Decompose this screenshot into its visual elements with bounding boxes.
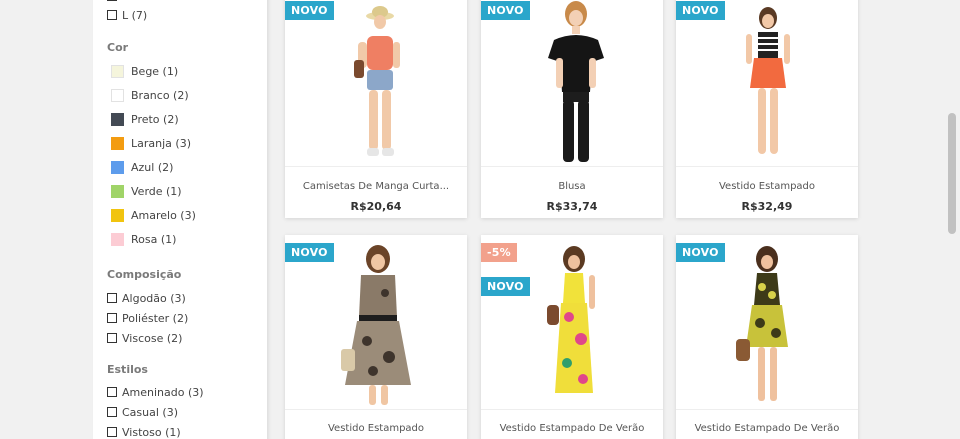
new-badge: NOVO xyxy=(285,1,334,20)
filter-label: Azul (2) xyxy=(131,160,174,174)
color-swatch[interactable] xyxy=(111,232,124,246)
filter-label: Vistoso (1) xyxy=(122,425,181,439)
filter-label: Rosa (1) xyxy=(131,232,177,246)
product-price: R$32,49 xyxy=(741,200,793,213)
checkbox[interactable] xyxy=(107,0,117,1)
product-name[interactable]: Vestido Estampado De Verão xyxy=(481,423,663,434)
filter-size-previous[interactable] xyxy=(107,0,122,4)
checkbox[interactable] xyxy=(107,407,117,417)
filter-label: Preto (2) xyxy=(131,112,179,126)
style-filter-ameninado[interactable]: Ameninado (3) xyxy=(107,384,204,400)
color-filter-preto[interactable]: Preto (2) xyxy=(111,111,179,127)
new-badge: NOVO xyxy=(676,1,725,20)
checkbox[interactable] xyxy=(107,387,117,397)
product-name[interactable]: Vestido Estampado De Verão xyxy=(676,423,858,434)
color-filter-amarelo[interactable]: Amarelo (3) xyxy=(111,207,196,223)
color-swatch[interactable] xyxy=(111,184,124,198)
composition-filter-algodao[interactable]: Algodão (3) xyxy=(107,290,186,306)
product-card[interactable]: NOVO Vestido Estampado R$32,49 xyxy=(676,0,858,218)
style-filter-vistoso[interactable]: Vistoso (1) xyxy=(107,424,181,439)
product-name[interactable]: Vestido Estampado xyxy=(285,423,467,434)
new-badge: NOVO xyxy=(481,277,530,296)
scrollbar-thumb[interactable] xyxy=(948,113,956,234)
filter-label: Casual (3) xyxy=(122,405,178,419)
color-filter-bege[interactable]: Bege (1) xyxy=(111,63,178,79)
color-filter-laranja[interactable]: Laranja (3) xyxy=(111,135,191,151)
model-photo xyxy=(547,246,595,393)
color-swatch[interactable] xyxy=(111,208,124,222)
color-swatch[interactable] xyxy=(111,160,124,174)
color-filter-branco[interactable]: Branco (2) xyxy=(111,87,189,103)
filter-label: Algodão (3) xyxy=(122,291,186,305)
page-scrollbar[interactable] xyxy=(943,0,960,439)
product-price: R$20,64 xyxy=(350,200,402,213)
model-photo xyxy=(548,1,604,162)
new-badge: NOVO xyxy=(676,243,725,262)
color-filter-verde[interactable]: Verde (1) xyxy=(111,183,182,199)
filter-size-l[interactable]: L (7) xyxy=(107,7,147,23)
color-filter-azul[interactable]: Azul (2) xyxy=(111,159,173,175)
filter-label: Laranja (3) xyxy=(131,136,191,150)
checkbox[interactable] xyxy=(107,333,117,343)
composition-filter-viscose[interactable]: Viscose (2) xyxy=(107,330,182,346)
checkbox[interactable] xyxy=(107,427,117,437)
filter-label: Poliéster (2) xyxy=(122,311,189,325)
product-price: R$33,74 xyxy=(546,200,598,213)
model-photo xyxy=(341,245,411,405)
composition-filter-title: Composição xyxy=(107,268,182,281)
checkbox[interactable] xyxy=(107,313,117,323)
filter-label: Verde (1) xyxy=(131,184,182,198)
styles-filter-title: Estilos xyxy=(107,363,148,376)
new-badge: NOVO xyxy=(481,1,530,20)
filter-label: Ameninado (3) xyxy=(122,385,204,399)
filter-sidebar: L (7) Cor Bege (1) Branco (2) Preto (2) … xyxy=(93,0,267,439)
product-name[interactable]: Camisetas De Manga Curta... xyxy=(285,181,467,192)
product-card[interactable]: NOVO Blusa R$33,74 xyxy=(481,0,663,218)
product-card[interactable]: NOVO Vestido Estampado De Verão xyxy=(676,235,858,439)
product-card[interactable]: NOVO Camisetas De Manga Curta... R$20,64 xyxy=(285,0,467,218)
filter-label: Branco (2) xyxy=(131,88,189,102)
color-filter-rosa[interactable]: Rosa (1) xyxy=(111,231,176,247)
color-swatch[interactable] xyxy=(111,136,124,150)
model-photo xyxy=(746,7,790,154)
product-image[interactable] xyxy=(481,0,663,167)
checkbox[interactable] xyxy=(107,293,117,303)
product-card[interactable]: -5% NOVO Vestido Estampado De Verão xyxy=(481,235,663,439)
color-filter-title: Cor xyxy=(107,41,129,54)
filter-label: Amarelo (3) xyxy=(131,208,196,222)
color-swatch[interactable] xyxy=(111,64,124,78)
color-swatch[interactable] xyxy=(111,112,124,126)
filter-label: Viscose (2) xyxy=(122,331,183,345)
product-card[interactable]: NOVO Vestido Estampado xyxy=(285,235,467,439)
composition-filter-poliester[interactable]: Poliéster (2) xyxy=(107,310,188,326)
filter-label: Bege (1) xyxy=(131,64,179,78)
filter-label: L (7) xyxy=(122,8,148,22)
product-name[interactable]: Vestido Estampado xyxy=(676,181,858,192)
color-swatch[interactable] xyxy=(111,88,124,102)
product-image[interactable] xyxy=(676,0,858,167)
checkbox[interactable] xyxy=(107,10,117,20)
model-photo xyxy=(354,6,400,156)
product-image[interactable] xyxy=(285,0,467,167)
discount-badge: -5% xyxy=(481,243,517,262)
model-photo xyxy=(736,246,788,401)
product-name[interactable]: Blusa xyxy=(481,181,663,192)
new-badge: NOVO xyxy=(285,243,334,262)
style-filter-casual[interactable]: Casual (3) xyxy=(107,404,178,420)
